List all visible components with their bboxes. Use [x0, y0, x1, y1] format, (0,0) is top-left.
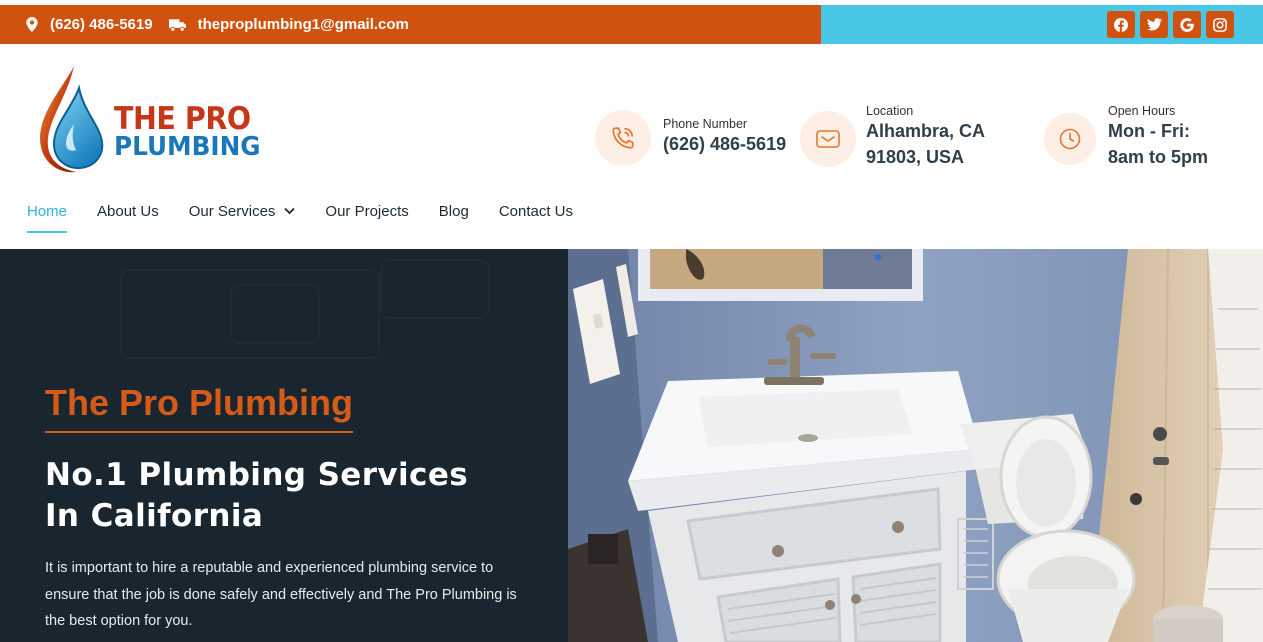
hero-title: No.1 Plumbing Services In California — [45, 457, 469, 534]
hero-description: It is important to hire a reputable and … — [45, 560, 517, 629]
facebook-icon — [1114, 17, 1128, 32]
location-label: Location — [866, 104, 914, 118]
nav-our-projects[interactable]: Our Projects — [325, 200, 408, 222]
instagram-icon — [1213, 17, 1227, 32]
header-phone-info[interactable]: Phone Number (626) 486-5619 — [595, 110, 786, 166]
header-location-info: Location Alhambra, CA 91803, USA — [800, 104, 985, 170]
nav-contact-us[interactable]: Contact Us — [499, 200, 573, 222]
hero-kicker: The Pro Plumbing — [45, 382, 354, 433]
google-link[interactable] — [1173, 11, 1201, 38]
phone-value: (626) 486-5619 — [663, 134, 787, 154]
nav-our-services-label: Our Services — [188, 202, 276, 220]
top-email[interactable]: theproplumbing1@gmail.com — [168, 16, 409, 33]
nav-our-services[interactable]: Our Services — [189, 200, 296, 222]
location-pin-icon — [26, 17, 38, 32]
twitter-link[interactable] — [1140, 11, 1168, 38]
hero-bathroom-photo — [568, 249, 1263, 642]
clock-icon-circle — [1044, 113, 1096, 165]
facebook-link[interactable] — [1107, 11, 1135, 38]
header-hours-info: Open Hours Mon - Fri: 8am to 5pm — [1044, 104, 1208, 170]
hours-value-line1: Mon - Fri: — [1108, 121, 1190, 141]
top-phone-text: (626) 486-5619 — [50, 16, 153, 33]
location-value-line2: 91803, USA — [866, 147, 965, 167]
background-pattern — [380, 259, 490, 319]
twitter-icon — [1146, 18, 1162, 31]
top-bar-contact: (626) 486-5619 theproplumbing1@gmail.com — [0, 5, 821, 44]
mail-icon — [816, 130, 840, 148]
hours-label: Open Hours — [1108, 104, 1176, 118]
main-nav: Home About Us Our Services Our Projects … — [27, 200, 603, 233]
truck-icon — [168, 18, 186, 32]
hours-value-line2: 8am to 5pm — [1108, 147, 1209, 167]
top-phone[interactable]: (626) 486-5619 — [26, 16, 153, 33]
logo-line-1: THE PRO — [114, 101, 251, 137]
location-value-line1: Alhambra, CA — [866, 121, 986, 141]
chevron-down-icon — [284, 207, 296, 215]
logo-line-2: PLUMBING — [114, 132, 261, 162]
site-logo[interactable]: THE PRO PLUMBING — [36, 64, 261, 176]
logo-wordmark: THE PRO PLUMBING — [114, 101, 268, 162]
clock-icon — [1059, 128, 1081, 150]
bathroom-photo — [568, 249, 1263, 642]
google-icon — [1180, 17, 1194, 32]
social-links — [1107, 11, 1234, 38]
top-bar-social-area — [821, 5, 1263, 44]
nav-about-us[interactable]: About Us — [97, 200, 159, 222]
mail-icon-circle — [800, 111, 856, 167]
hero-text-panel: The Pro Plumbing No.1 Plumbing Services … — [0, 249, 568, 642]
phone-icon — [612, 127, 634, 149]
phone-label: Phone Number — [663, 117, 748, 131]
instagram-link[interactable] — [1206, 11, 1234, 38]
nav-home[interactable]: Home — [27, 200, 68, 233]
background-pattern — [230, 284, 320, 344]
phone-icon-circle — [595, 110, 651, 166]
top-email-text: theproplumbing1@gmail.com — [197, 16, 409, 33]
water-drop-logo-icon — [40, 66, 104, 173]
top-bar: (626) 486-5619 theproplumbing1@gmail.com — [0, 5, 1263, 44]
nav-blog[interactable]: Blog — [439, 200, 469, 222]
